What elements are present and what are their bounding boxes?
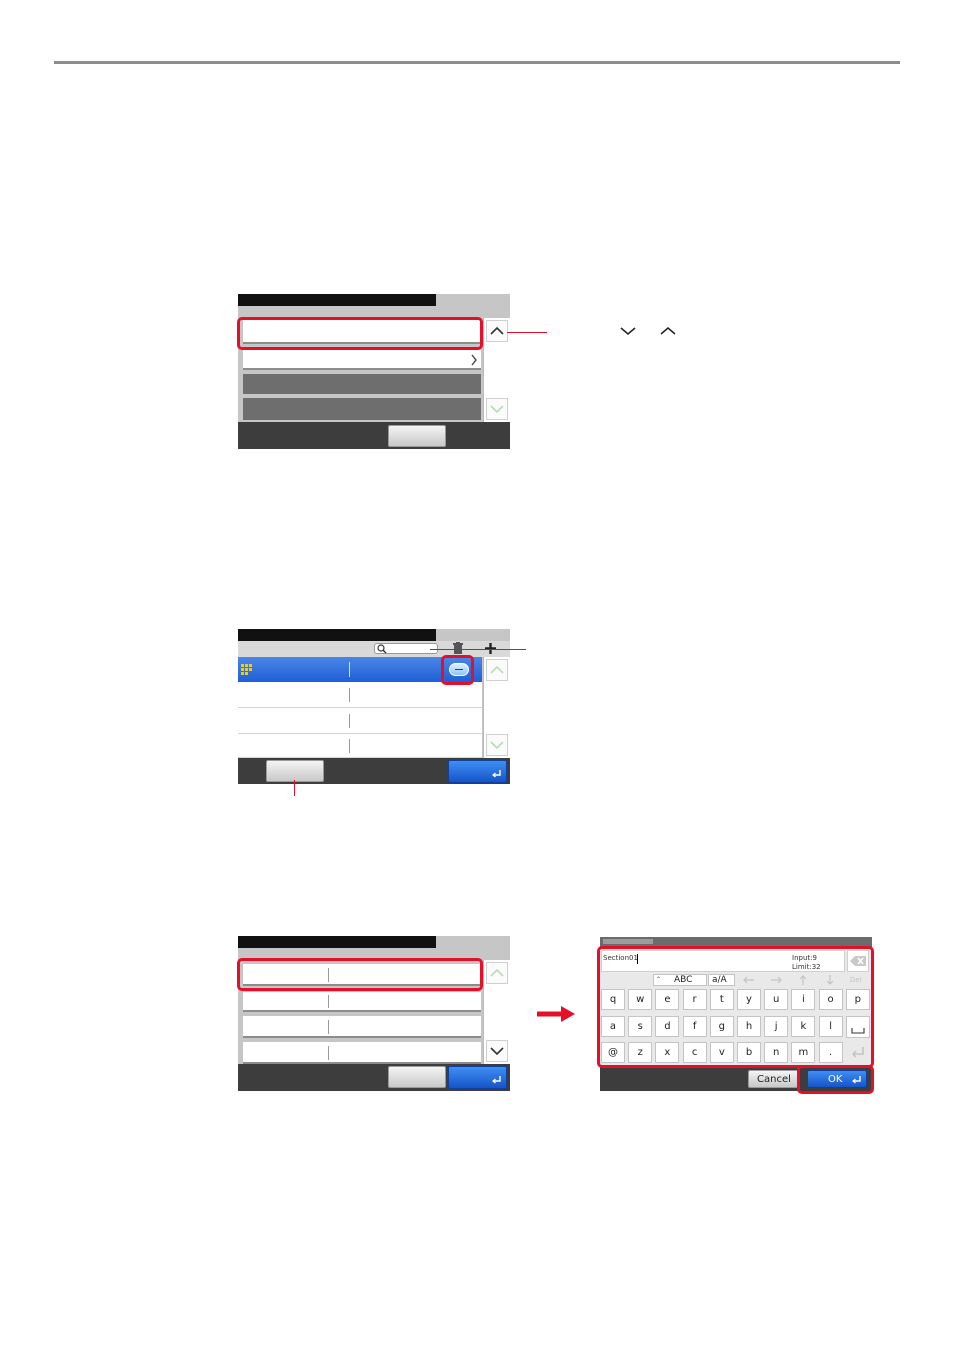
- search-icon: [377, 644, 387, 654]
- highlight-row-1: [237, 317, 483, 350]
- callout-line-2: [430, 649, 526, 650]
- screen-panel-2: [238, 629, 510, 784]
- panel-title-bar: [238, 936, 436, 948]
- scrollbar[interactable]: [483, 657, 510, 758]
- menu-row-3-disabled: [243, 374, 481, 394]
- column-divider: [349, 739, 350, 753]
- chevron-right-icon: [471, 354, 477, 366]
- scrollbar[interactable]: [483, 318, 510, 422]
- chevron-down-icon: [490, 1047, 504, 1056]
- enter-icon: [492, 770, 501, 778]
- panel-bottom-bar: [238, 422, 510, 449]
- chevron-up-icon: [490, 665, 504, 674]
- list-row[interactable]: [238, 708, 482, 734]
- group-icon: [241, 664, 252, 675]
- panel-title-bar: [238, 294, 436, 306]
- column-divider: [328, 1020, 329, 1034]
- column-divider: [349, 688, 350, 702]
- panel-ok-button[interactable]: [448, 760, 507, 783]
- scroll-down-button[interactable]: [486, 1040, 508, 1062]
- search-field[interactable]: [374, 643, 438, 654]
- menu-row-4-disabled: [243, 398, 481, 420]
- chevron-up-icon: [660, 327, 676, 335]
- scrollbar[interactable]: [483, 960, 510, 1064]
- chevron-down-icon: [490, 741, 504, 750]
- scroll-down-button[interactable]: [486, 398, 508, 420]
- entry-row-2[interactable]: [243, 992, 481, 1012]
- highlight-detail-button: [441, 655, 474, 685]
- chevron-down-icon: [620, 327, 636, 335]
- list-row[interactable]: [238, 682, 482, 708]
- panel-title-bar: [238, 629, 436, 641]
- column-divider: [328, 995, 329, 1008]
- cancel-label: Cancel: [757, 1073, 791, 1085]
- panel-header-strip: [238, 306, 510, 314]
- scroll-up-button[interactable]: [486, 320, 508, 342]
- callout-line-3: [294, 780, 295, 796]
- scroll-up-button[interactable]: [486, 659, 508, 681]
- right-arrow-icon: [537, 1006, 575, 1022]
- panel-left-button[interactable]: [266, 760, 324, 782]
- chevron-down-icon: [490, 405, 504, 414]
- highlight-ok-button: [797, 1065, 874, 1094]
- column-divider: [349, 714, 350, 728]
- callout-line-1: [507, 332, 547, 333]
- highlight-entry-row-1: [237, 958, 483, 991]
- enter-icon: [492, 1076, 501, 1084]
- entry-row-4[interactable]: [243, 1042, 481, 1064]
- entry-row-3[interactable]: [243, 1016, 481, 1038]
- keyboard-title-text: [603, 939, 653, 944]
- panel-ok-button[interactable]: [448, 1066, 507, 1089]
- page-header-rule: [54, 61, 900, 64]
- column-divider: [349, 662, 350, 677]
- panel-bottom-button[interactable]: [388, 1066, 446, 1088]
- list-row[interactable]: [238, 734, 482, 758]
- chevron-up-icon: [490, 968, 504, 977]
- scroll-up-button[interactable]: [486, 962, 508, 984]
- menu-row-2[interactable]: [243, 350, 481, 370]
- cancel-button[interactable]: Cancel: [748, 1070, 800, 1088]
- column-divider: [328, 1046, 329, 1060]
- chevron-up-icon: [490, 326, 504, 335]
- highlight-keyboard: [597, 946, 874, 1068]
- scroll-down-button[interactable]: [486, 734, 508, 756]
- panel-bottom-button[interactable]: [388, 425, 446, 447]
